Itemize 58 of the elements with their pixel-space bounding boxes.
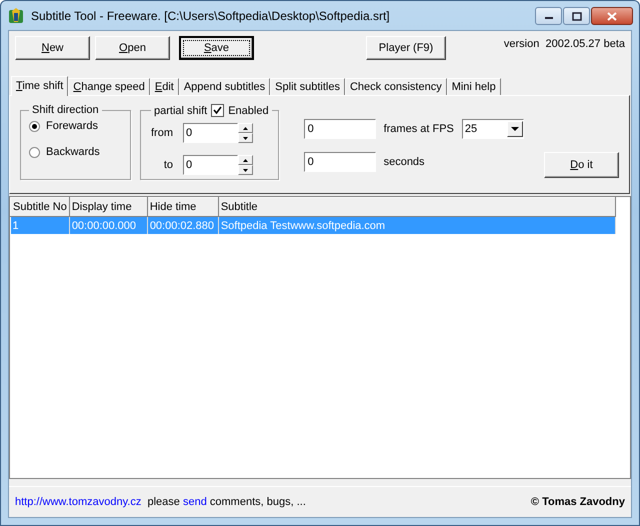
enabled-checkbox[interactable] — [211, 104, 224, 117]
footer-message: http://www.tomzavodny.cz please send comments, bugs, ... — [15, 496, 306, 508]
tab[interactable]: Append subtitles — [178, 78, 270, 95]
tab[interactable]: Mini help — [446, 78, 501, 95]
version-label: version 2002.05.27 beta — [504, 38, 625, 50]
tab[interactable]: Change speed — [68, 78, 150, 95]
up-arrow-icon — [243, 158, 248, 162]
fps-dropdown[interactable]: 25 — [462, 119, 524, 139]
radio-label: Backwards — [46, 146, 100, 158]
spin-down-button[interactable] — [238, 165, 253, 175]
toolbar-button[interactable]: New — [15, 36, 90, 60]
send-link[interactable]: send — [182, 496, 207, 508]
group-title: Shift direction — [31, 104, 100, 116]
up-arrow-icon — [243, 126, 248, 130]
field-label: frames at FPS — [384, 123, 454, 135]
spin-up-button[interactable] — [238, 123, 253, 133]
table-cell: Softpedia Testwww.softpedia.com — [218, 216, 616, 234]
dropdown-arrow-icon — [510, 126, 519, 132]
maximize-icon — [572, 12, 582, 20]
column-header[interactable]: Subtitle — [218, 198, 616, 216]
copyright-label: © Tomas Zavodny — [530, 496, 625, 508]
checkbox-label: Enabled — [228, 104, 269, 116]
radio-button[interactable] — [29, 146, 40, 158]
group-title: partial shift — [154, 104, 208, 116]
number-field[interactable]: 0 — [183, 155, 238, 175]
radio-label: Forewards — [46, 120, 98, 132]
field-label: seconds — [384, 156, 426, 168]
down-arrow-icon — [243, 136, 248, 140]
column-header[interactable]: Display time — [69, 198, 148, 216]
maximize-button[interactable] — [563, 7, 590, 25]
spin-down-button[interactable] — [238, 133, 253, 143]
number-field[interactable]: 0 — [183, 123, 238, 143]
field-label: from — [151, 127, 173, 139]
table-cell: 00:00:02.880 — [147, 216, 218, 234]
player-button[interactable]: Player (F9) — [366, 36, 446, 60]
seconds-field[interactable]: 0 — [304, 152, 376, 172]
tab[interactable]: Split subtitles — [270, 78, 345, 95]
tab[interactable]: Check consistency — [344, 78, 447, 95]
do-it-button[interactable]: Do it — [544, 152, 619, 178]
spin-up-button[interactable] — [238, 155, 253, 165]
column-header[interactable]: Hide time — [147, 198, 218, 216]
toolbar-button[interactable]: Open — [95, 36, 170, 60]
app-icon — [7, 6, 25, 24]
column-header[interactable]: Subtitle No — [10, 198, 70, 216]
toolbar-button[interactable]: Save — [179, 36, 254, 60]
frames-field[interactable]: 0 — [304, 119, 376, 139]
tab[interactable]: Edit — [150, 78, 179, 95]
table-cell: 1 — [10, 216, 70, 234]
website-link[interactable]: http://www.tomzavodny.cz — [15, 496, 142, 508]
table-cell: 00:00:00.000 — [69, 216, 148, 234]
minimize-button[interactable] — [535, 7, 562, 25]
tab[interactable]: Time shift — [11, 76, 68, 96]
down-arrow-icon — [243, 168, 248, 172]
field-label: to — [162, 159, 173, 171]
radio-button[interactable] — [29, 120, 40, 132]
close-icon — [607, 12, 617, 20]
close-button[interactable] — [591, 7, 633, 25]
window-title: Subtitle Tool - Freeware. [C:\Users\Softpedia\Desktop\Softpedia.srt] — [31, 8, 391, 22]
